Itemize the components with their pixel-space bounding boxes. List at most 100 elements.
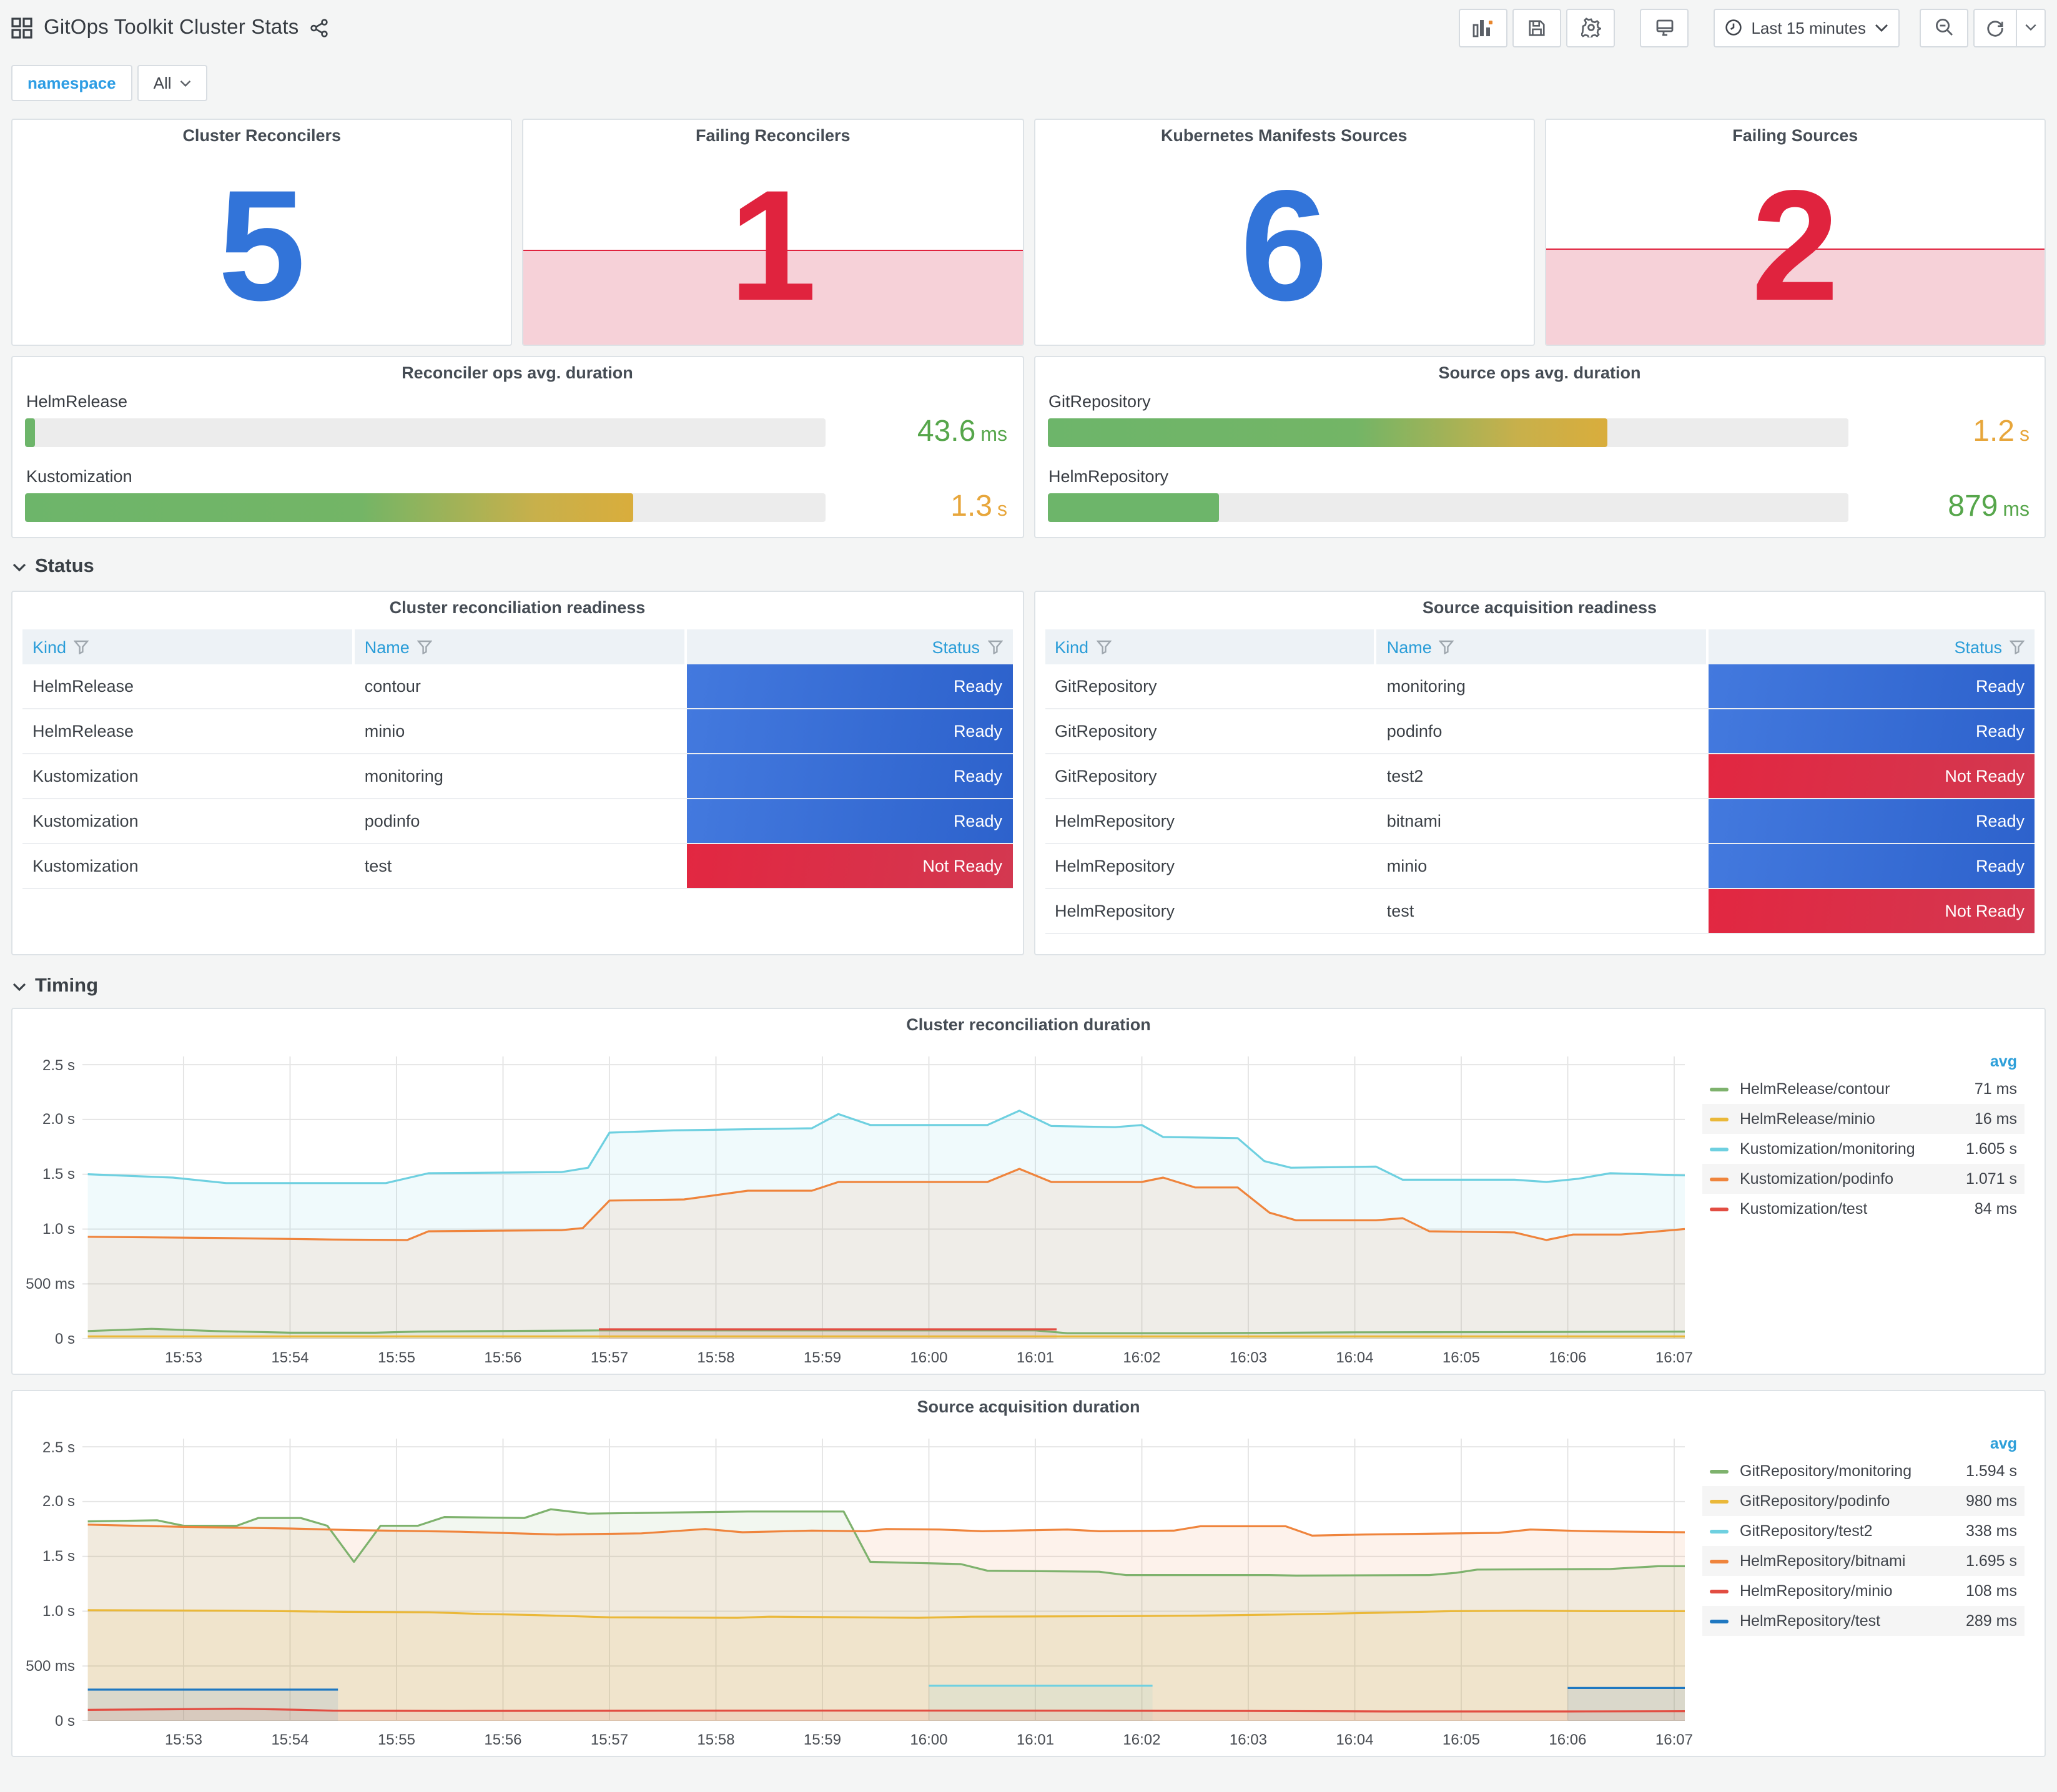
x-axis-tick: 15:58 (697, 1349, 735, 1366)
column-header-status[interactable]: Status (686, 629, 1012, 664)
table-row[interactable]: GitRepository podinfo Ready (1045, 709, 2035, 754)
x-axis-tick: 16:04 (1336, 1731, 1374, 1748)
y-axis-tick: 2.0 s (42, 1110, 75, 1128)
legend-item[interactable]: HelmRelease/minio 16 ms (1702, 1104, 2025, 1134)
stat-value: 1 (729, 157, 817, 333)
variable-namespace-value[interactable]: All (137, 65, 208, 101)
refresh-button[interactable] (1973, 8, 2046, 47)
cell-status: Not Ready (1709, 754, 2035, 798)
legend-item[interactable]: Kustomization/podinfo 1.071 s (1702, 1164, 2025, 1194)
chart-plot-area[interactable] (82, 1439, 1685, 1721)
panel-title: Kubernetes Manifests Sources (1160, 126, 1408, 145)
section-status[interactable]: Status (0, 538, 2057, 588)
table-header-row: Kind Name Status (1045, 629, 2035, 664)
table-row[interactable]: HelmRepository bitnami Ready (1045, 799, 2035, 844)
chevron-down-icon (180, 79, 192, 87)
table-row[interactable]: GitRepository monitoring Ready (1045, 664, 2035, 709)
table-row[interactable]: Kustomization test Not Ready (22, 844, 1012, 889)
x-axis-tick: 15:53 (164, 1349, 202, 1366)
section-timing[interactable]: Timing (0, 955, 2057, 1008)
table-row[interactable]: HelmRepository test Not Ready (1045, 889, 2035, 934)
gauge-row: HelmRelease 43.6 ms (25, 392, 1010, 450)
legend-avg-header[interactable]: avg (1702, 1431, 2025, 1456)
dashboard-settings-button[interactable] (1566, 8, 1616, 47)
legend-item[interactable]: HelmRepository/test 289 ms (1702, 1606, 2025, 1636)
refresh-icon[interactable] (1975, 9, 2016, 46)
legend-item[interactable]: HelmRepository/minio 108 ms (1702, 1576, 2025, 1606)
legend-series-name: HelmRepository/test (1740, 1612, 1881, 1630)
table-row[interactable]: GitRepository test2 Not Ready (1045, 754, 2035, 799)
cell-name: contour (364, 677, 421, 696)
y-axis-tick: 1.0 s (42, 1602, 75, 1620)
x-axis-tick: 15:56 (484, 1731, 522, 1748)
x-axis-tick: 15:54 (271, 1731, 309, 1748)
column-header-name[interactable]: Name (354, 629, 684, 664)
gauge-value: 1.3 s (950, 490, 1007, 523)
gauge-value: 1.2 s (1973, 415, 2030, 448)
legend-series-avg: 338 ms (1966, 1522, 2017, 1540)
x-axis-tick: 16:01 (1016, 1349, 1054, 1366)
legend-series-name: Kustomization/monitoring (1740, 1140, 1915, 1158)
column-header-kind[interactable]: Kind (1045, 629, 1374, 664)
zoom-out-button[interactable] (1920, 8, 1968, 47)
cell-name: minio (1386, 857, 1428, 875)
y-axis-tick: 2.5 s (42, 1056, 75, 1074)
save-dashboard-button[interactable] (1512, 8, 1562, 47)
panel-source-acquisition-readiness: Source acquisition readiness Kind Name Sta… (1033, 591, 2046, 955)
legend-series-color (1710, 1529, 1729, 1533)
legend-item[interactable]: Kustomization/monitoring 1.605 s (1702, 1134, 2025, 1164)
legend-series-color (1710, 1117, 1729, 1121)
panel-title: Reconciler ops avg. duration (402, 363, 633, 382)
legend-series-color (1710, 1147, 1729, 1151)
legend-series-name: Kustomization/test (1740, 1200, 1868, 1218)
x-axis-tick: 16:00 (910, 1731, 948, 1748)
add-panel-button[interactable] (1459, 8, 1508, 47)
y-axis-tick: 1.0 s (42, 1220, 75, 1238)
panel-title: Source acquisition readiness (1422, 598, 1657, 617)
share-icon[interactable] (310, 18, 328, 37)
column-header-kind[interactable]: Kind (22, 629, 352, 664)
x-axis-tick: 15:53 (164, 1731, 202, 1748)
cell-name: monitoring (364, 767, 443, 785)
column-header-name[interactable]: Name (1376, 629, 1707, 664)
gauge-value: 879 ms (1948, 490, 2030, 523)
legend-item[interactable]: GitRepository/test2 338 ms (1702, 1516, 2025, 1546)
panel-source-ops-duration: Source ops avg. duration GitRepository 1.… (1033, 356, 2046, 538)
dashboard-grid-icon[interactable] (11, 17, 32, 38)
legend-item[interactable]: GitRepository/monitoring 1.594 s (1702, 1456, 2025, 1486)
cell-status: Ready (686, 754, 1012, 798)
cell-status: Ready (686, 709, 1012, 753)
gauge-track (25, 418, 826, 446)
table-row[interactable]: HelmRepository minio Ready (1045, 844, 2035, 889)
legend-series-name: Kustomization/podinfo (1740, 1170, 1893, 1188)
x-axis-tick: 15:59 (803, 1731, 841, 1748)
table-row[interactable]: HelmRelease minio Ready (22, 709, 1012, 754)
legend-item[interactable]: Kustomization/test 84 ms (1702, 1194, 2025, 1224)
legend-series-name: GitRepository/monitoring (1740, 1462, 1912, 1480)
y-axis-tick: 500 ms (26, 1275, 75, 1293)
legend-series-name: HelmRepository/bitnami (1740, 1552, 1906, 1570)
panel-title: Cluster reconciliation readiness (389, 598, 646, 617)
stat-value: 5 (218, 157, 306, 333)
legend-item[interactable]: HelmRepository/bitnami 1.695 s (1702, 1546, 2025, 1576)
variable-namespace-label[interactable]: namespace (11, 65, 132, 101)
legend-avg-header[interactable]: avg (1702, 1049, 2025, 1074)
table-row[interactable]: Kustomization podinfo Ready (22, 799, 1012, 844)
x-axis-tick: 16:03 (1229, 1731, 1267, 1748)
refresh-interval-caret[interactable] (2016, 9, 2045, 46)
table-header-row: Kind Name Status (22, 629, 1012, 664)
panel-cluster-reconciliation-readiness: Cluster reconciliation readiness Kind Nam… (11, 591, 1024, 955)
legend-series-color (1710, 1559, 1729, 1563)
legend-series-avg: 289 ms (1966, 1612, 2017, 1630)
table-row[interactable]: Kustomization monitoring Ready (22, 754, 1012, 799)
chart-plot-area[interactable] (82, 1056, 1685, 1339)
cycle-view-mode-button[interactable] (1640, 8, 1689, 47)
time-range-picker[interactable]: Last 15 minutes (1714, 8, 1900, 47)
legend-item[interactable]: GitRepository/podinfo 980 ms (1702, 1486, 2025, 1516)
legend-item[interactable]: HelmRelease/contour 71 ms (1702, 1074, 2025, 1104)
legend-series-avg: 71 ms (1974, 1080, 2017, 1098)
table-row[interactable]: HelmRelease contour Ready (22, 664, 1012, 709)
x-axis-tick: 16:01 (1016, 1731, 1054, 1748)
column-header-status[interactable]: Status (1709, 629, 2035, 664)
cell-name: test (364, 857, 392, 875)
